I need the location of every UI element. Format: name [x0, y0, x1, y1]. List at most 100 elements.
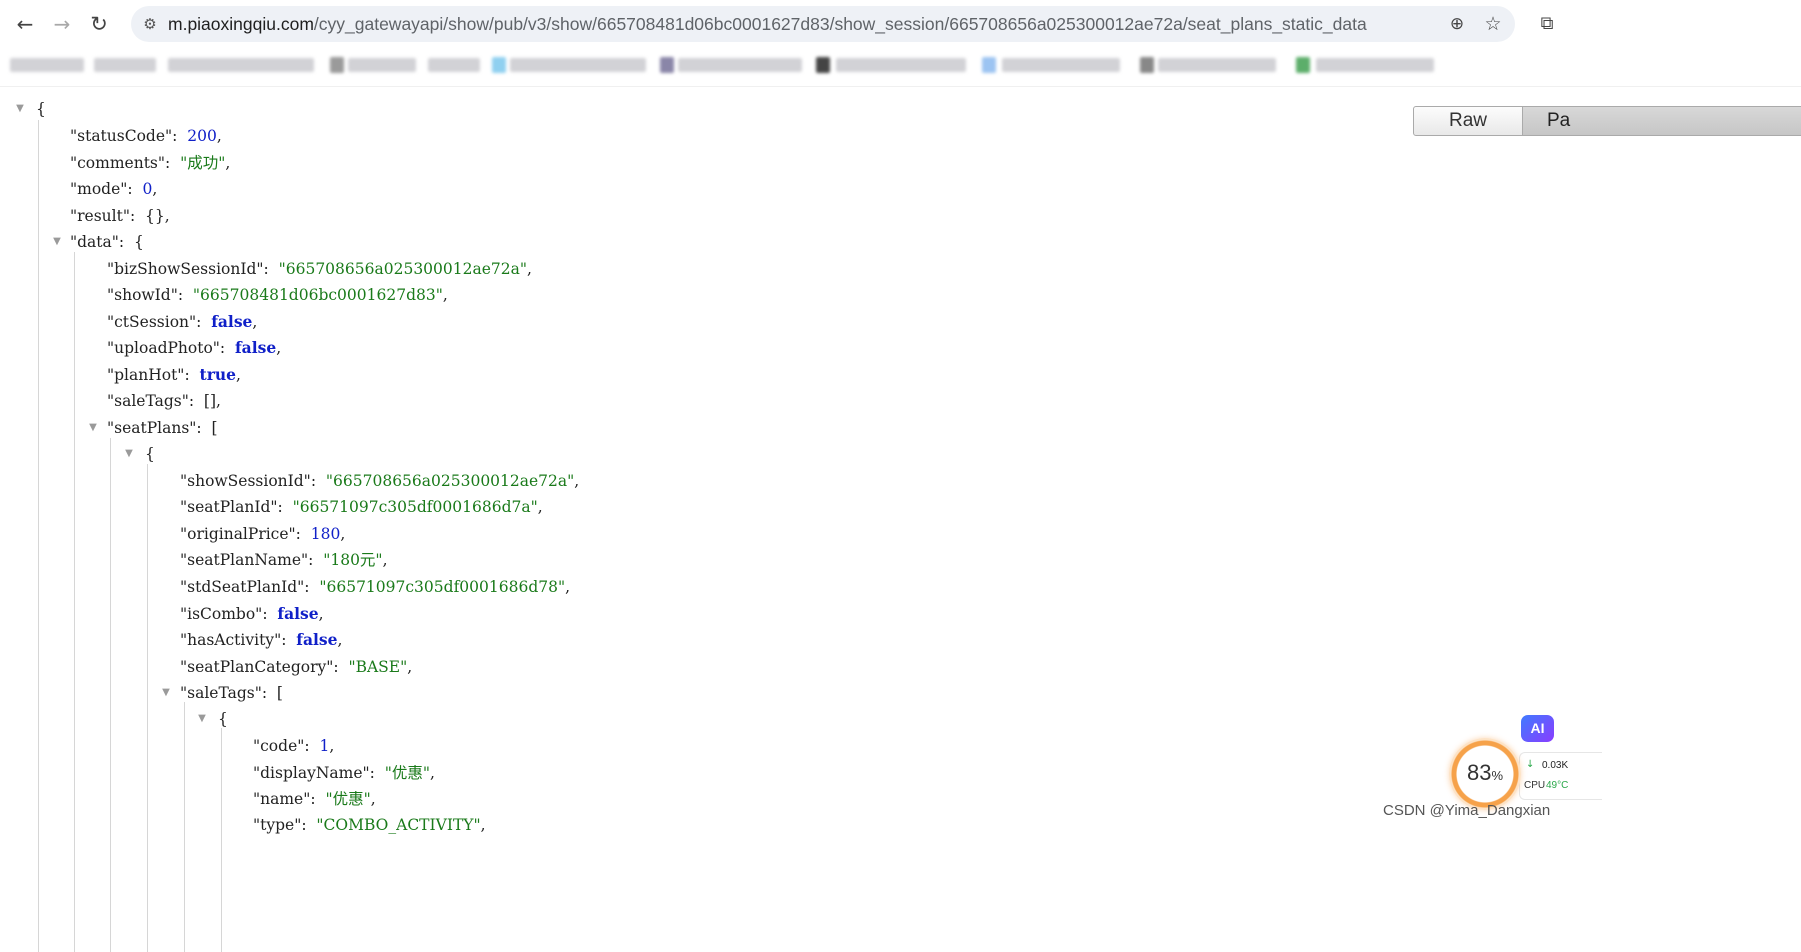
bookmark-favicon-icon [1296, 57, 1310, 73]
json-row-code: "code": 1, [253, 737, 335, 755]
bookmark-item[interactable] [168, 58, 314, 72]
zoom-icon[interactable]: ⊕ [1445, 12, 1469, 36]
cpu-label: CPU [1524, 780, 1546, 791]
json-row-stdseatplanid: "stdSeatPlanId": "66571097c305df0001686d… [180, 578, 571, 596]
bookmark-item[interactable] [678, 58, 802, 72]
memory-usage-percent: 83% [1449, 760, 1521, 786]
url-path: /cyy_gatewayapi/show/pub/v3/show/6657084… [313, 14, 1367, 34]
bookmark-star-icon[interactable]: ☆ [1481, 12, 1505, 36]
bookmark-item[interactable] [1316, 58, 1434, 72]
json-row-seatplans: "seatPlans": [ [107, 419, 218, 437]
collapse-toggle-icon[interactable]: ▼ [87, 417, 99, 439]
json-value: "665708656a025300012ae72a" [325, 472, 575, 490]
json-row-displayname: "displayName": "优惠", [253, 764, 435, 782]
json-value: "优惠" [325, 790, 371, 808]
json-value: true [199, 365, 236, 384]
json-row-statuscode: "statusCode": 200, [70, 127, 222, 145]
bookmark-favicon-icon [492, 57, 506, 73]
bookmark-favicon-icon [1140, 57, 1154, 73]
json-row-showsessionid: "showSessionId": "665708656a025300012ae7… [180, 472, 580, 490]
bookmark-item[interactable] [1158, 58, 1276, 72]
site-info-icon[interactable]: ⚙ [139, 13, 161, 35]
json-value: "665708481d06bc0001627d83" [192, 286, 443, 304]
collapse-toggle-icon[interactable]: ▼ [51, 231, 63, 253]
collapse-toggle-icon[interactable]: ▼ [160, 682, 172, 704]
forward-arrow-icon[interactable]: → [47, 9, 77, 39]
indent-guide [74, 252, 75, 952]
json-value: false [235, 338, 277, 357]
json-open-brace: { [36, 100, 46, 118]
json-row-iscombo: "isCombo": false, [180, 604, 324, 623]
json-row-type: "type": "COMBO_ACTIVITY", [253, 816, 486, 834]
bookmark-item[interactable] [1002, 58, 1120, 72]
collapse-toggle-icon[interactable]: ▼ [14, 98, 26, 120]
perf-value: 83 [1466, 760, 1492, 785]
json-row-seatplancategory: "seatPlanCategory": "BASE", [180, 658, 413, 676]
url-host: m.piaoxingqiu.com [168, 14, 314, 34]
bookmark-item[interactable] [510, 58, 646, 72]
collapse-toggle-icon[interactable]: ▼ [196, 708, 208, 730]
parsed-view-button[interactable]: Pa [1522, 106, 1801, 136]
bookmark-item[interactable] [348, 58, 416, 72]
json-row-result: "result": {}, [70, 207, 170, 225]
json-row-mode: "mode": 0, [70, 180, 158, 198]
json-value: "180元" [323, 551, 383, 569]
collapse-toggle-icon[interactable]: ▼ [123, 443, 135, 465]
json-value: "优惠" [384, 764, 430, 782]
json-value: false [211, 312, 253, 331]
indent-guide [38, 120, 39, 952]
json-value: 1 [319, 737, 330, 755]
json-value: [] [203, 392, 217, 410]
reload-icon[interactable]: ↻ [84, 9, 114, 39]
bookmark-item[interactable] [94, 58, 156, 72]
json-value: 200 [187, 127, 217, 145]
json-row-comments: "comments": "成功", [70, 154, 231, 172]
raw-view-button[interactable]: Raw [1413, 106, 1523, 136]
bookmark-item[interactable] [10, 58, 84, 72]
bookmark-favicon-icon [816, 57, 830, 73]
cpu-temperature: 49°C [1546, 780, 1569, 791]
json-value: "66571097c305df0001686d7a" [292, 498, 538, 516]
json-value: {} [145, 207, 165, 225]
bookmark-item[interactable] [428, 58, 480, 72]
json-row-planhot: "planHot": true, [107, 365, 241, 384]
bookmark-item[interactable] [836, 58, 966, 72]
download-arrow-icon: ↓ [1526, 759, 1535, 770]
json-row-seatplanname: "seatPlanName": "180元", [180, 551, 388, 569]
json-row-name: "name": "优惠", [253, 790, 376, 808]
perf-unit: % [1491, 768, 1504, 783]
json-value: "BASE" [348, 658, 408, 676]
extensions-puzzle-icon[interactable]: ⧉ [1534, 11, 1560, 37]
bookmark-favicon-icon [982, 57, 996, 73]
address-bar[interactable]: ⚙ m.piaoxingqiu.com/cyy_gatewayapi/show/… [131, 6, 1515, 42]
json-row-hasactivity: "hasActivity": false, [180, 630, 343, 649]
json-row-saletags: "saleTags": [], [107, 392, 221, 410]
json-value: false [277, 604, 319, 623]
json-value: 180 [310, 525, 341, 543]
bookmarks-bar [0, 48, 1801, 87]
bookmark-favicon-icon [660, 57, 674, 73]
json-row-seatplanid: "seatPlanId": "66571097c305df0001686d7a"… [180, 498, 543, 516]
json-viewer: ▼ { "statusCode": 200, "comments": "成功",… [0, 96, 1400, 952]
json-row-bizshowsessionid: "bizShowSessionId": "665708656a025300012… [107, 260, 532, 278]
ai-assistant-button[interactable]: AI [1521, 715, 1554, 742]
json-row-ctsession: "ctSession": false, [107, 312, 258, 331]
json-value: false [296, 630, 338, 649]
network-speed: 0.03K [1542, 760, 1569, 771]
indent-guide [147, 464, 148, 952]
folder-icon [330, 57, 344, 73]
json-open-brace: { [145, 445, 155, 463]
json-row-originalprice: "originalPrice": 180, [180, 525, 346, 543]
json-value: "COMBO_ACTIVITY" [316, 816, 481, 834]
browser-toolbar: ← → ↻ ⚙ m.piaoxingqiu.com/cyy_gatewayapi… [0, 0, 1801, 48]
json-value: 0 [142, 180, 153, 198]
watermark-text: CSDN @Yima_Dangxian [1383, 802, 1551, 819]
json-row-showid: "showId": "665708481d06bc0001627d83", [107, 286, 448, 304]
json-open-brace: { [218, 710, 228, 728]
indent-guide [110, 438, 111, 952]
json-value: "665708656a025300012ae72a" [278, 260, 527, 278]
url-text[interactable]: m.piaoxingqiu.com/cyy_gatewayapi/show/pu… [168, 14, 1367, 35]
memory-usage-widget[interactable]: 83% [1449, 738, 1521, 810]
json-row-saletags-array: "saleTags": [ [180, 684, 283, 702]
back-arrow-icon[interactable]: ← [10, 9, 40, 39]
